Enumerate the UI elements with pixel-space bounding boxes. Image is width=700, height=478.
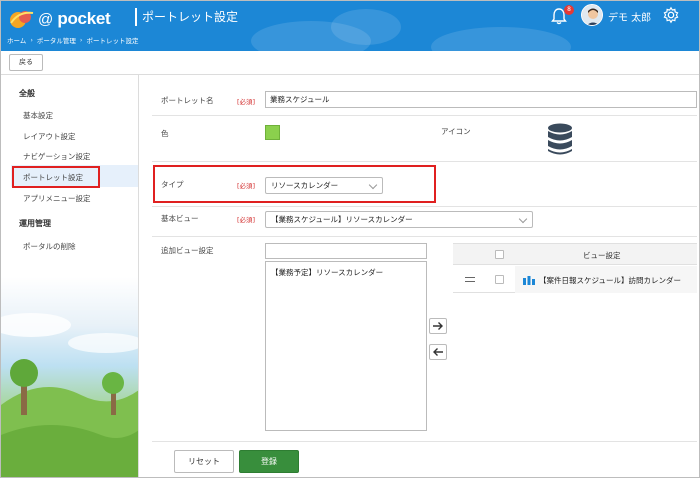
database-icon[interactable]: [547, 123, 573, 157]
divider: [152, 115, 697, 116]
additional-view-label: 追加ビュー設定: [161, 246, 214, 255]
icon-label: アイコン: [441, 127, 471, 136]
sidebar-item-delete-portal[interactable]: ポータルの削除: [23, 241, 76, 252]
row-checkbox[interactable]: [495, 275, 504, 284]
logo-text[interactable]: @ pocket: [38, 9, 111, 29]
drag-handle-icon[interactable]: [465, 277, 475, 282]
view-settings-table: ビュー設定 【案件日報スケジュール】訪問カレンダー: [453, 243, 697, 293]
base-view-select-value: 【業務スケジュール】リソースカレンダー: [271, 215, 413, 224]
table-row: 【案件日報スケジュール】訪問カレンダー: [453, 266, 697, 293]
list-item[interactable]: 【業務予定】リソースカレンダー: [271, 267, 383, 278]
divider: [152, 206, 697, 207]
breadcrumb-portal-admin[interactable]: ポータル管理: [37, 35, 76, 45]
required-tag: [必須]: [237, 182, 256, 190]
select-all-checkbox[interactable]: [495, 250, 504, 259]
divider: [152, 236, 697, 237]
pocket-logo-icon: [10, 11, 34, 28]
sidebar-item-basic[interactable]: 基本設定: [23, 110, 53, 121]
logo-word: pocket: [57, 9, 111, 28]
breadcrumb-current: ポートレット設定: [86, 37, 139, 45]
portlet-name-input[interactable]: 業務スケジュール: [265, 91, 697, 108]
app-header: @ pocket ポートレット設定 8 デモ 太郎 ホーム › ポータル管理 ›…: [1, 1, 699, 51]
reset-button[interactable]: リセット: [174, 450, 234, 473]
sidebar-item-navigation[interactable]: ナビゲーション設定: [23, 151, 90, 162]
avatar[interactable]: [581, 4, 603, 26]
color-swatch[interactable]: [265, 125, 280, 140]
available-views-list[interactable]: 【業務予定】リソースカレンダー: [265, 261, 427, 431]
calendar-view-icon: [523, 276, 535, 285]
page-title: ポートレット設定: [142, 10, 239, 24]
base-view-label: 基本ビュー: [161, 214, 199, 223]
sidebar-item-layout[interactable]: レイアウト設定: [23, 131, 76, 142]
selected-view-name[interactable]: 【案件日報スケジュール】訪問カレンダー: [539, 275, 681, 286]
type-select-value: リソースカレンダー: [271, 181, 339, 190]
add-view-button[interactable]: [429, 318, 447, 334]
user-name[interactable]: デモ 太郎: [608, 9, 651, 24]
user-photo-icon: [582, 5, 602, 25]
submit-button[interactable]: 登録: [239, 450, 299, 473]
toolbar: 戻る: [1, 51, 699, 75]
sidebar-heading-operations: 運用管理: [19, 219, 51, 228]
view-filter-input[interactable]: [265, 243, 427, 259]
chevron-down-icon: [518, 214, 528, 224]
divider: [152, 441, 697, 442]
view-table-header: ビュー設定: [453, 243, 697, 265]
sidebar-item-app-menu[interactable]: アプリメニュー設定: [23, 193, 91, 204]
header-divider: [135, 8, 137, 26]
chevron-right-icon: ›: [79, 36, 83, 44]
required-tag: [必須]: [237, 98, 256, 106]
view-table-header-title: ビュー設定: [583, 251, 621, 260]
chevron-right-icon: ›: [30, 36, 33, 44]
divider: [152, 161, 697, 162]
type-select[interactable]: リソースカレンダー: [265, 177, 383, 194]
breadcrumb: ホーム › ポータル管理 › ポートレット設定: [7, 35, 139, 45]
gear-icon[interactable]: [662, 6, 680, 24]
type-label: タイプ: [161, 180, 184, 189]
notification-badge: 8: [564, 5, 574, 15]
logo-at: @: [38, 11, 53, 28]
arrow-left-icon: [433, 348, 443, 356]
portlet-name-label: ポートレット名: [161, 96, 214, 105]
sidebar-heading-general: 全般: [19, 89, 35, 98]
remove-view-button[interactable]: [429, 344, 447, 360]
app-window: @ pocket ポートレット設定 8 デモ 太郎 ホーム › ポータル管理 ›…: [0, 0, 700, 478]
color-label: 色: [161, 129, 169, 138]
portlet-highlight-box: [12, 166, 100, 188]
back-button[interactable]: 戻る: [9, 54, 43, 71]
arrow-right-icon: [433, 322, 443, 330]
required-tag: [必須]: [237, 216, 256, 224]
breadcrumb-home[interactable]: ホーム: [7, 35, 26, 45]
base-view-select[interactable]: 【業務スケジュール】リソースカレンダー: [265, 211, 533, 228]
chevron-down-icon: [368, 180, 378, 190]
